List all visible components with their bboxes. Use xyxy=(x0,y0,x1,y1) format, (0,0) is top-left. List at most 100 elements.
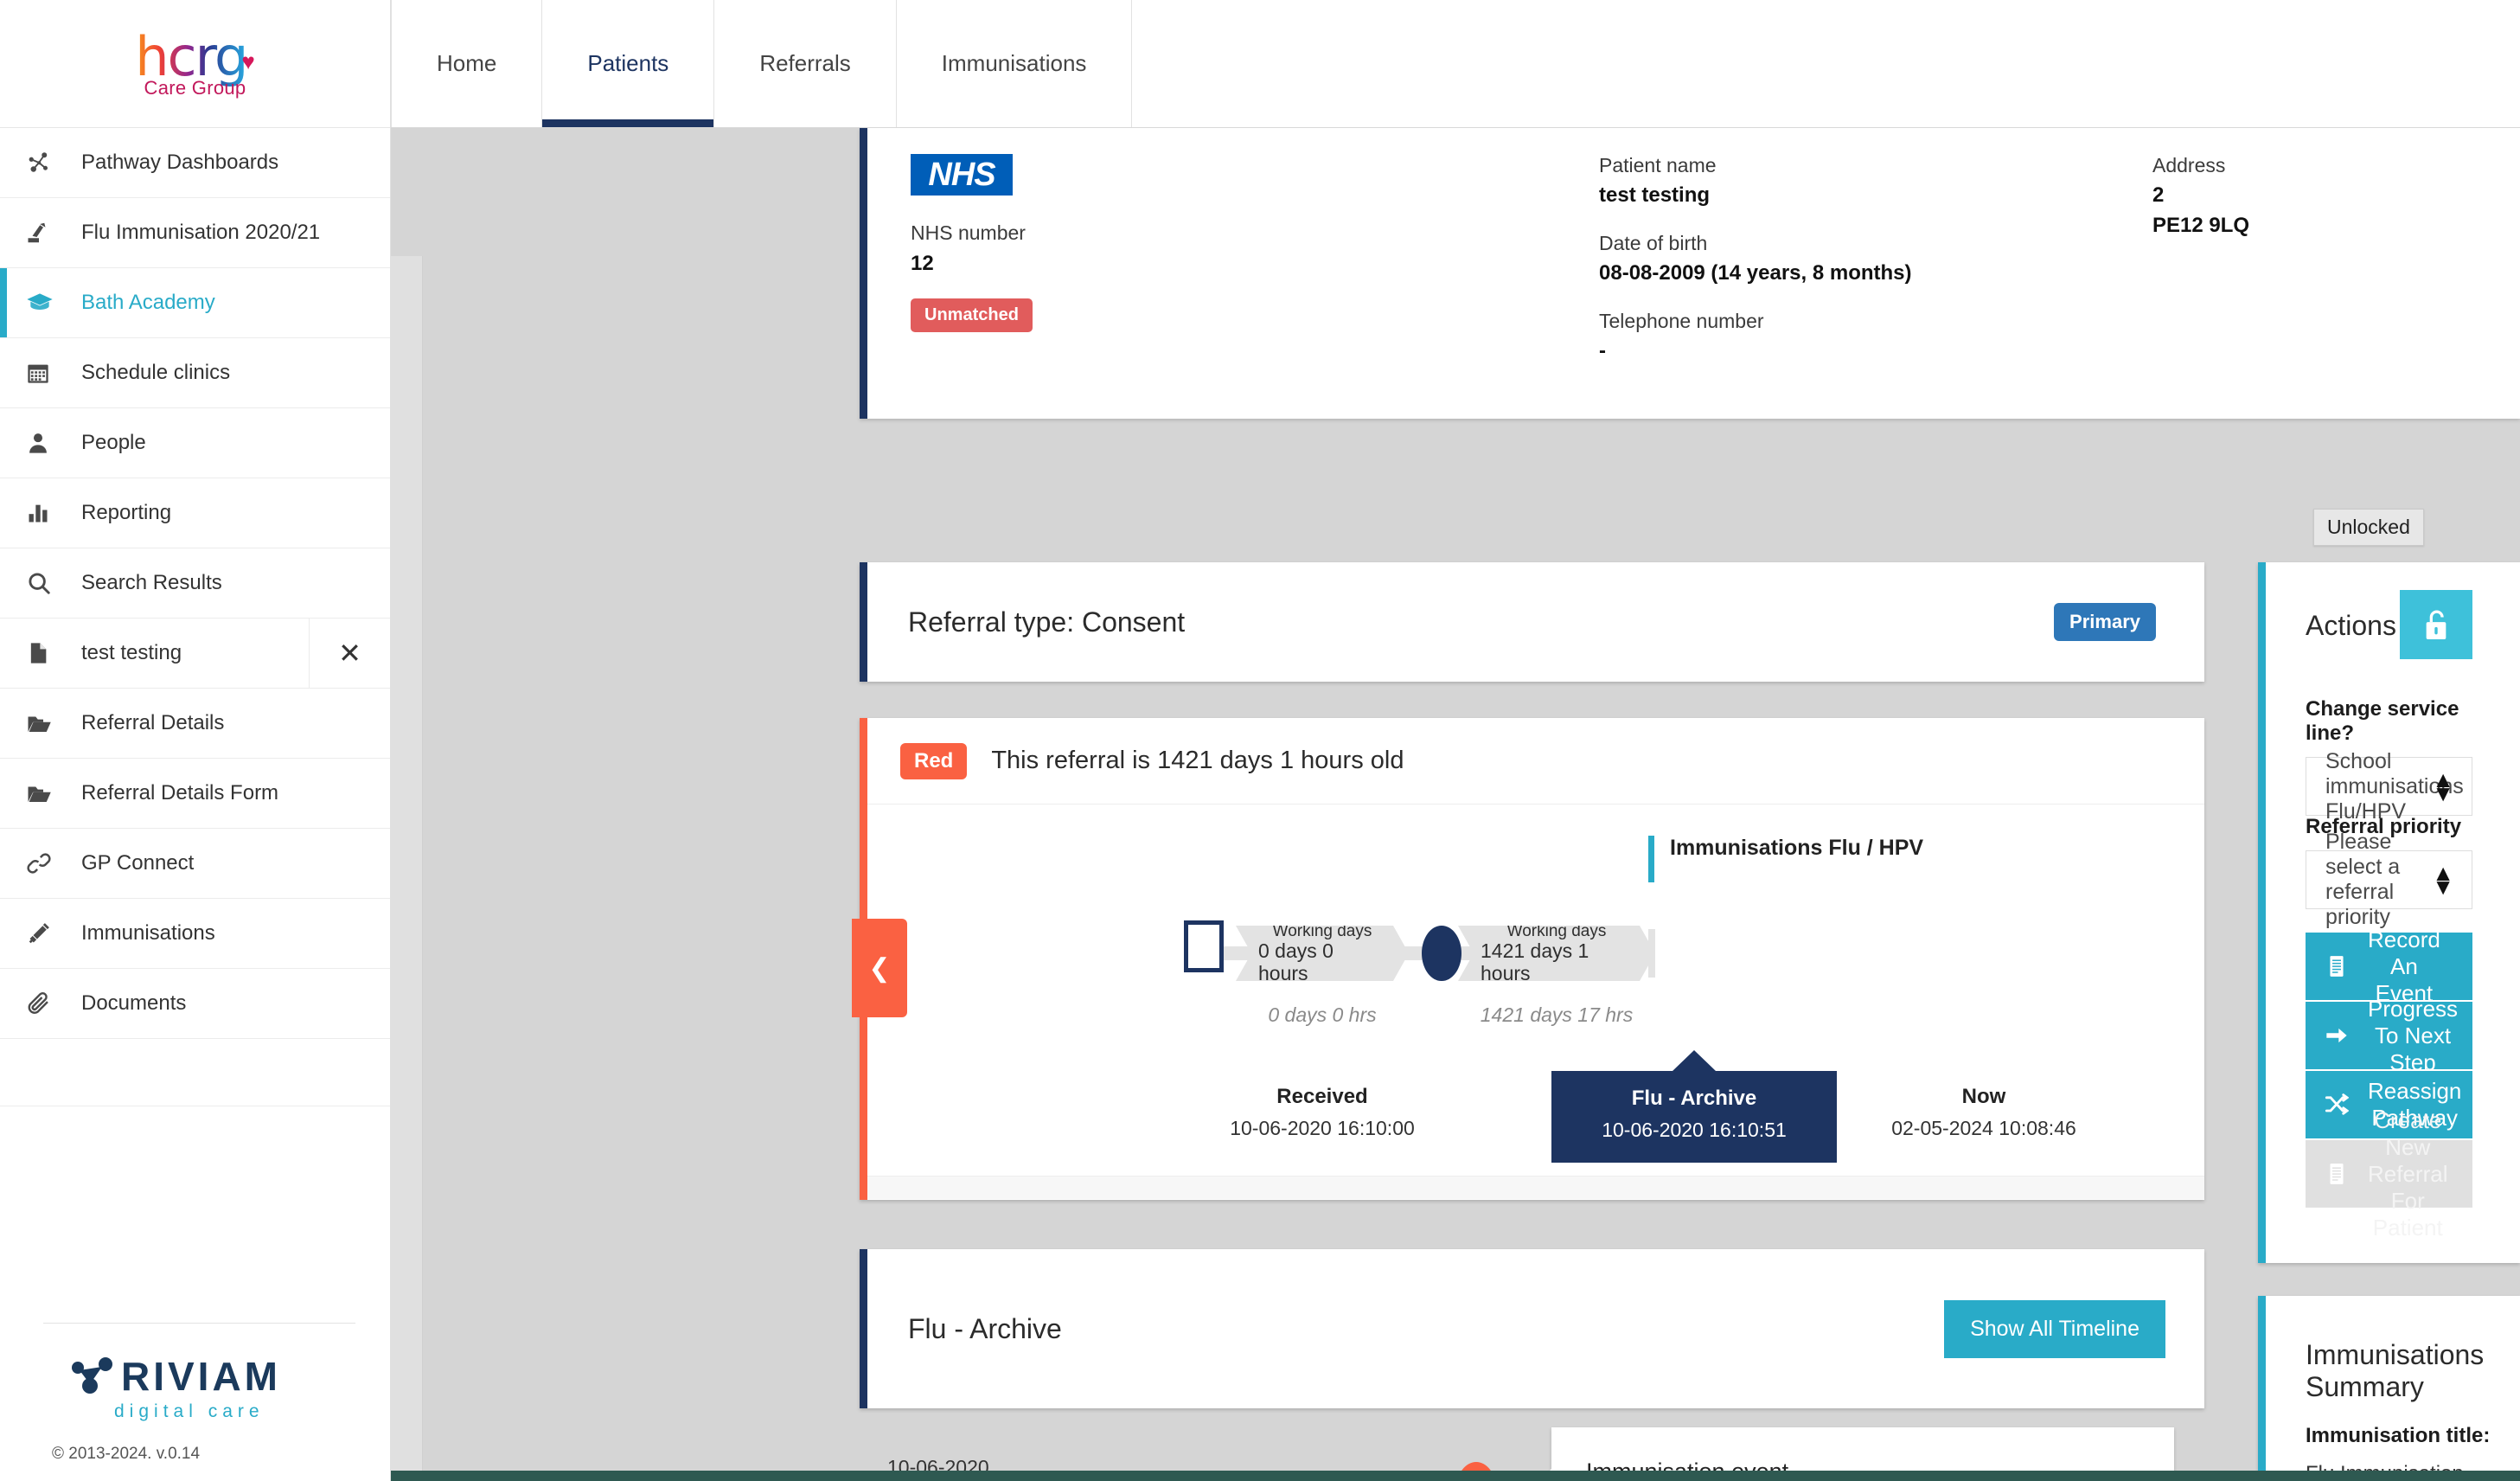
sidebar: hcrg♥ Care Group Pathway Dashboards Flu … xyxy=(0,0,391,1481)
sidebar-item-label: Documents xyxy=(81,991,187,1015)
segment-caption: Working days xyxy=(1272,921,1372,940)
stop-timestamp: 10-06-2020 16:10:00 xyxy=(1230,1117,1415,1139)
status-badge: Unmatched xyxy=(911,298,1033,332)
flu-archive-card: Flu - Archive Show All Timeline xyxy=(860,1249,2204,1408)
patient-telephone-field: Telephone number - xyxy=(1599,310,2135,363)
flu-archive-title: Flu - Archive xyxy=(908,1312,1062,1344)
actions-panel: Actions Change service line? School immu… xyxy=(2258,562,2520,1263)
close-icon[interactable]: ✕ xyxy=(309,619,390,688)
timeline-track: Working days 0 days 0 hours Working days… xyxy=(860,920,2204,981)
sidebar-item-search-results[interactable]: Search Results xyxy=(0,548,390,619)
folder-open-icon xyxy=(26,710,73,736)
app-root: hcrg♥ Care Group Pathway Dashboards Flu … xyxy=(0,0,2520,1481)
brand-logo[interactable]: hcrg♥ Care Group xyxy=(0,0,390,128)
nhs-number-label: NHS number xyxy=(911,221,1026,244)
sidebar-item-test-testing[interactable]: test testing ✕ xyxy=(0,619,390,689)
sidebar-item-bath-academy[interactable]: Bath Academy xyxy=(0,268,390,338)
chevron-updown-icon: ▲ ▼ xyxy=(2432,766,2454,806)
create-new-referral-button[interactable]: Create New Referral For Patient xyxy=(2306,1107,2472,1241)
tab-referrals[interactable]: Referrals xyxy=(714,0,897,127)
sidebar-item-label: Schedule clinics xyxy=(81,361,231,384)
sidebar-item-people[interactable]: People xyxy=(0,408,390,478)
sidebar-item-label: GP Connect xyxy=(81,851,195,875)
stop-timestamp: 10-06-2020 16:10:51 xyxy=(1602,1119,1787,1141)
stop-title: Received xyxy=(1276,1085,1368,1108)
segment-caption: Working days xyxy=(1506,921,1607,940)
search-icon xyxy=(26,570,73,596)
rag-status-badge: Red xyxy=(900,742,968,779)
arrow-right-icon xyxy=(2306,1025,2368,1046)
riviam-logo: RIVIAM digital care xyxy=(35,1353,355,1422)
patient-header-card: NHS NHS number 12 Unmatched Patient name… xyxy=(860,128,2520,419)
nhs-column: NHS NHS number 12 Unmatched xyxy=(911,154,1127,332)
field-value: 08-08-2009 (14 years, 8 months) xyxy=(1599,261,1912,285)
patient-address-column: Address 2 PE12 9LQ xyxy=(2152,154,2520,259)
primary-badge: Primary xyxy=(2054,603,2156,641)
timeline-body: Immunisations Flu / HPV Working days 0 d… xyxy=(860,805,2204,1199)
top-navigation: Home Patients Referrals Immunisations xyxy=(391,0,2520,128)
service-line-select[interactable]: School immunisations Flu/HPV ▲ ▼ xyxy=(2306,749,2472,824)
topnav-filler xyxy=(1132,0,2520,127)
riviam-wordmark: RIVIAM xyxy=(121,1354,281,1399)
referral-type-card: Referral type: Consent Primary xyxy=(860,562,2204,682)
tab-label: Immunisations xyxy=(941,50,1087,76)
sidebar-item-pathway-dashboards[interactable]: Pathway Dashboards xyxy=(0,128,390,198)
progress-to-next-step-button[interactable]: Progress To Next Step xyxy=(2306,996,2472,1075)
sidebar-item-label: Immunisations xyxy=(81,921,215,945)
timeline-segment-1: Working days 0 days 0 hours xyxy=(1236,926,1409,981)
tab-immunisations[interactable]: Immunisations xyxy=(897,0,1133,127)
footer-strip xyxy=(391,1471,2520,1481)
vaccine-cards-icon xyxy=(26,220,73,246)
graduation-cap-icon xyxy=(26,289,73,317)
record-an-event-button[interactable]: Record An Event xyxy=(2306,926,2472,1006)
timeline-stops: Received 10-06-2020 16:10:00 Flu - Archi… xyxy=(860,1064,2204,1168)
patient-address-field: Address 2 PE12 9LQ xyxy=(2152,154,2520,238)
tab-label: Home xyxy=(437,50,497,76)
sidebar-item-label: Referral Details Form xyxy=(81,781,279,805)
syringe-icon xyxy=(26,920,73,946)
tab-patients[interactable]: Patients xyxy=(542,0,715,127)
button-label: Progress To Next Step xyxy=(2368,995,2459,1075)
sidebar-item-label: People xyxy=(81,431,146,454)
sidebar-item-reporting[interactable]: Reporting xyxy=(0,478,390,548)
sidebar-item-documents[interactable]: Documents xyxy=(0,969,390,1039)
vertical-scrollbar[interactable] xyxy=(391,256,423,1481)
unlock-button[interactable] xyxy=(2400,590,2472,659)
sidebar-item-label: test testing xyxy=(81,641,182,664)
unlocked-tooltip: Unlocked xyxy=(2313,509,2424,546)
immunisations-summary-panel: Immunisations Summary Immunisation title… xyxy=(2258,1296,2520,1481)
timeline-bottom-strip xyxy=(867,1176,2204,1199)
sidebar-item-referral-details-form[interactable]: Referral Details Form xyxy=(0,759,390,829)
timeline-current-node xyxy=(1422,926,1461,981)
sidebar-item-immunisations[interactable]: Immunisations xyxy=(0,899,390,969)
referral-timeline-card: Red This referral is 1421 days 1 hours o… xyxy=(852,718,2204,1200)
sidebar-item-flu-immunisation[interactable]: Flu Immunisation 2020/21 xyxy=(0,198,390,268)
tab-label: Referrals xyxy=(759,50,851,76)
service-line-group: Change service line? School immunisation… xyxy=(2306,697,2472,824)
tab-home[interactable]: Home xyxy=(391,0,543,127)
sidebar-item-label: Pathway Dashboards xyxy=(81,151,279,174)
timeline-start-node xyxy=(1184,920,1224,972)
folder-open-icon xyxy=(26,780,73,806)
field-label: Patient name xyxy=(1599,154,1717,176)
timeline-headline: This referral is 1421 days 1 hours old xyxy=(991,747,1404,774)
service-line-label: Change service line? xyxy=(2306,697,2459,745)
segment-elapsed-2: 1421 days 17 hrs xyxy=(1480,1003,1634,1026)
field-value: test testing xyxy=(1599,183,1711,207)
field-label: Telephone number xyxy=(1599,310,1764,332)
stop-title: Flu - Archive xyxy=(1631,1087,1757,1110)
show-all-timeline-button[interactable]: Show All Timeline xyxy=(1944,1299,2165,1358)
brand-subtitle: Care Group xyxy=(144,76,246,99)
referral-priority-select[interactable]: Please select a referral priority ▲ ▼ xyxy=(2306,830,2472,929)
sidebar-item-referral-details[interactable]: Referral Details xyxy=(0,689,390,759)
sidebar-item-schedule-clinics[interactable]: Schedule clinics xyxy=(0,338,390,408)
sidebar-item-gp-connect[interactable]: GP Connect xyxy=(0,829,390,899)
sidebar-item-label: Reporting xyxy=(81,501,172,524)
actions-title: Actions xyxy=(2306,610,2396,641)
patient-dob-field: Date of birth 08-08-2009 (14 years, 8 mo… xyxy=(1599,232,2135,285)
referral-priority-group: Referral priority Please select a referr… xyxy=(2306,815,2472,929)
field-label: Immunisation title: xyxy=(2306,1424,2491,1447)
field-label: Date of birth xyxy=(1599,232,1708,254)
person-icon xyxy=(26,431,73,455)
riviam-tagline: digital care xyxy=(114,1401,265,1421)
